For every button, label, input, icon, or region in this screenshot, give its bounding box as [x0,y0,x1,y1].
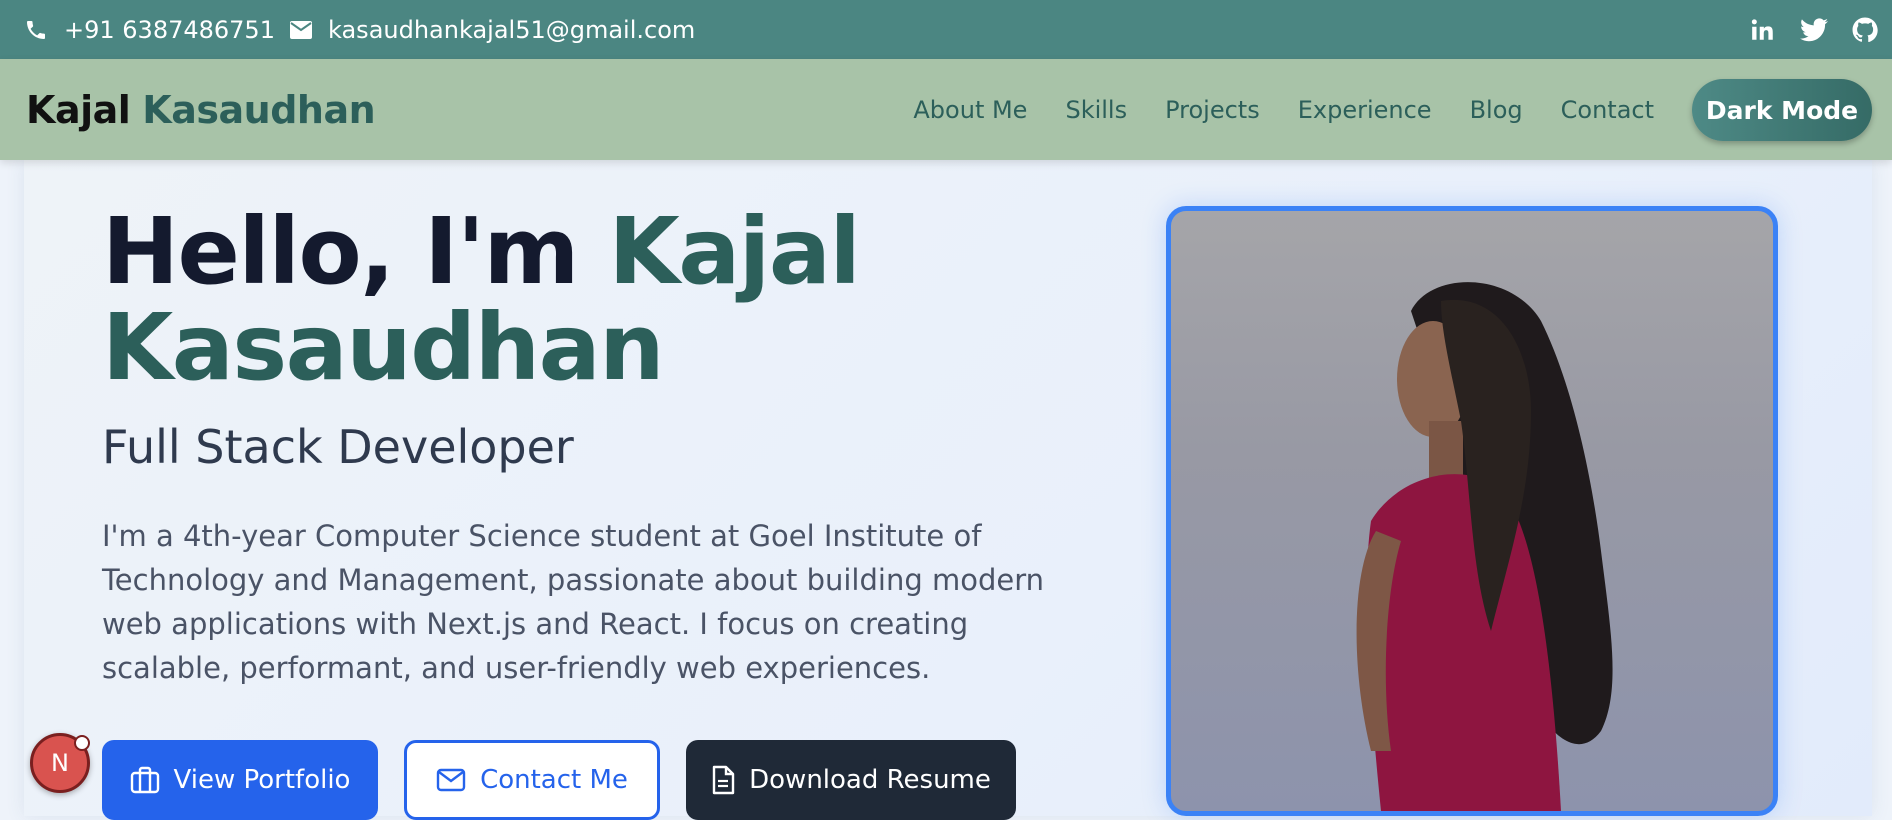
nav-link-contact[interactable]: Contact [1561,96,1654,124]
main-navbar: Kajal Kasaudhan About Me Skills Projects… [0,59,1892,160]
nav-link-projects[interactable]: Projects [1165,96,1260,124]
github-icon[interactable] [1852,17,1878,43]
hero-name-first: Kajal [608,198,861,305]
email-contact[interactable]: kasaudhankajal51@gmail.com [290,0,695,59]
phone-icon [27,20,45,39]
hero-greeting: Hello, I'm [102,198,579,305]
dark-mode-button[interactable]: Dark Mode [1692,79,1872,141]
hero-title: Hello, I'm Kajal Kasaudhan [102,204,861,396]
document-icon [712,765,735,795]
brand-last-name: Kasaudhan [142,87,376,132]
hero-subtitle: Full Stack Developer [102,420,574,474]
email-address: kasaudhankajal51@gmail.com [328,15,696,44]
notification-dot [74,735,90,751]
view-portfolio-button[interactable]: View Portfolio [102,740,378,820]
profile-illustration [1356,282,1613,811]
phone-number: +91 6387486751 [64,15,275,44]
mail-icon [290,20,312,39]
nav-link-skills[interactable]: Skills [1065,96,1127,124]
profile-photo [1166,206,1778,816]
nav-link-about[interactable]: About Me [913,96,1027,124]
download-resume-label: Download Resume [749,765,991,795]
brand-first-name: Kajal [26,87,131,132]
brand-logo[interactable]: Kajal Kasaudhan [26,59,376,160]
nav-links: About Me Skills Projects Experience Blog… [913,59,1654,160]
social-links [1750,0,1878,59]
view-portfolio-label: View Portfolio [173,765,351,795]
hero-name-last: Kasaudhan [102,294,665,401]
contact-topbar: +91 6387486751 kasaudhankajal51@gmail.co… [0,0,1892,59]
hero-section: Hello, I'm Kajal Kasaudhan Full Stack De… [24,160,1872,820]
twitter-icon[interactable] [1800,17,1828,42]
linkedin-icon[interactable] [1750,17,1776,43]
briefcase-icon [130,766,159,794]
nav-link-blog[interactable]: Blog [1470,96,1523,124]
nav-link-experience[interactable]: Experience [1298,96,1432,124]
phone-contact[interactable]: +91 6387486751 [24,0,275,59]
contact-me-label: Contact Me [480,765,628,795]
contact-me-button[interactable]: Contact Me [404,740,660,820]
mail-icon [436,768,466,792]
hero-description: I'm a 4th-year Computer Science student … [102,519,1044,685]
download-resume-button[interactable]: Download Resume [686,740,1016,820]
